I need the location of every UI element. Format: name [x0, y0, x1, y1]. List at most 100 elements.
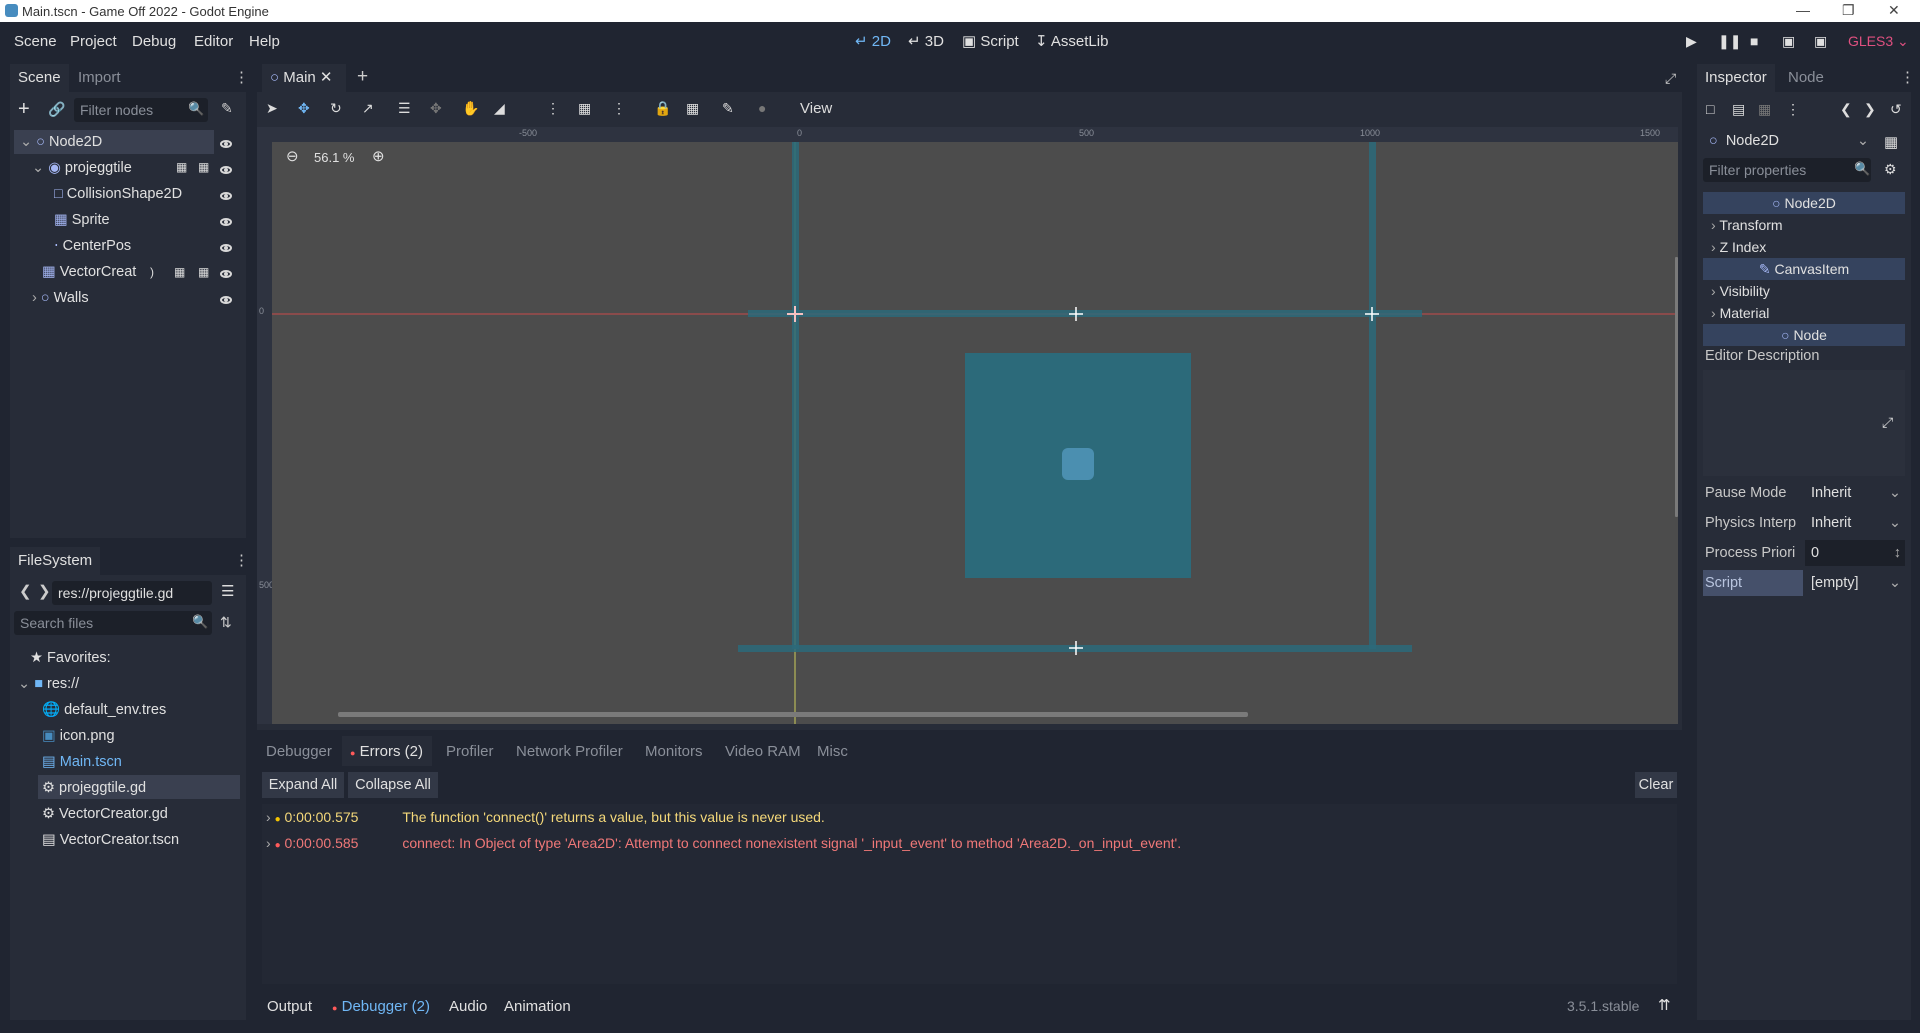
menu-help[interactable]: Help	[249, 33, 280, 50]
tab-debugger[interactable]: Debugger	[266, 743, 332, 760]
tree-node-vectorcreat[interactable]: ▦ VectorCreat	[42, 259, 136, 285]
group-transform[interactable]: › Transform	[1703, 214, 1905, 236]
play-scene-icon[interactable]: ▣	[1782, 33, 1795, 50]
tab-main[interactable]: ○ Main ✕	[262, 64, 346, 92]
tab-profiler[interactable]: Profiler	[446, 743, 494, 760]
add-tab-icon[interactable]: +	[357, 66, 368, 88]
pin-panel-icon[interactable]: ⇈	[1658, 996, 1671, 1014]
play-icon[interactable]: ▶	[1686, 33, 1697, 50]
error-row-2[interactable]: › ● 0:00:00.585 connect: In Object of ty…	[266, 835, 1181, 851]
select-tool-icon[interactable]: ➤	[266, 100, 278, 117]
script-icon[interactable]: ▦	[198, 265, 209, 279]
visibility-eye-icon[interactable]	[220, 192, 232, 200]
error-row-1[interactable]: › ● 0:00:00.575 The function 'connect()'…	[266, 809, 825, 825]
tab-scene[interactable]: Scene	[10, 64, 69, 92]
workspace-3d-button[interactable]: ↵ 3D	[908, 33, 944, 50]
tree-node-projeggtile[interactable]: ⌄ ◉ projeggtile	[32, 155, 132, 181]
stop-icon[interactable]: ■	[1750, 33, 1758, 49]
workspace-assetlib-button[interactable]: ↧ AssetLib	[1035, 33, 1108, 50]
forward-icon[interactable]: ❯	[38, 582, 51, 600]
file-row[interactable]: ▤ Main.tscn	[42, 749, 122, 775]
res-root-row[interactable]: ⌄ ■ res://	[18, 671, 79, 697]
more-options-icon[interactable]: ⋮	[612, 100, 626, 117]
collapse-all-button[interactable]: Collapse All	[348, 772, 438, 798]
visibility-eye-icon[interactable]	[220, 218, 232, 226]
tab-import[interactable]: Import	[70, 64, 129, 92]
file-row[interactable]: ⚙ VectorCreator.gd	[42, 801, 168, 827]
history-icon[interactable]: ↺	[1890, 101, 1902, 118]
close-tab-icon[interactable]: ✕	[320, 69, 333, 86]
script-icon[interactable]: ▦	[176, 160, 187, 174]
tab-debugger-bottom[interactable]: ● Debugger (2)	[332, 998, 430, 1015]
file-row[interactable]: ▤ VectorCreator.tscn	[42, 827, 179, 853]
prop-pause-mode-dropdown[interactable]: Inherit ⌄	[1805, 480, 1905, 506]
link-icon[interactable]: 🔗	[48, 101, 65, 118]
dock-menu-icon[interactable]: ⋮	[234, 68, 249, 86]
workspace-script-button[interactable]: ▣ Script	[962, 33, 1019, 50]
filter-properties-input[interactable]: Filter properties	[1703, 158, 1871, 182]
file-row[interactable]: ▣ icon.png	[42, 723, 115, 749]
expand-editor-icon[interactable]: ⤢	[1882, 414, 1893, 431]
tab-errors[interactable]: ● Errors (2)	[350, 743, 423, 760]
tab-audio[interactable]: Audio	[449, 998, 487, 1015]
clapper-icon[interactable]: ▦	[174, 265, 185, 279]
history-forward-icon[interactable]: ❯	[1864, 101, 1876, 118]
tab-video-ram[interactable]: Video RAM	[725, 743, 801, 760]
signal-icon[interactable]: )	[150, 265, 154, 279]
menu-debug[interactable]: Debug	[132, 33, 176, 50]
node-selector[interactable]: ○ Node2D ⌄	[1703, 128, 1873, 154]
renderer-selector[interactable]: GLES3 ⌄	[1848, 33, 1909, 50]
pan-tool-icon[interactable]: ✋	[462, 100, 479, 117]
split-view-icon[interactable]: ☰	[221, 582, 234, 600]
tab-node[interactable]: Node	[1780, 64, 1832, 92]
visibility-eye-icon[interactable]	[220, 166, 232, 174]
sort-icon[interactable]: ⇅	[220, 614, 232, 631]
list-select-icon[interactable]: ☰	[398, 100, 411, 117]
tree-node-node2d[interactable]: ⌄ ○ Node2D	[20, 129, 102, 155]
workspace-2d-button[interactable]: ↵ 2D	[855, 33, 891, 50]
camera-override-icon[interactable]: ●	[758, 100, 766, 116]
view-menu[interactable]: View	[800, 100, 832, 117]
close-window-icon[interactable]: ✕	[1888, 2, 1900, 19]
favorites-row[interactable]: ★ Favorites:	[30, 645, 111, 671]
bone-icon[interactable]: ✎	[722, 100, 734, 117]
search-files-input[interactable]: Search files	[14, 611, 212, 635]
script-attach-icon[interactable]: ✎	[221, 100, 233, 117]
play-custom-scene-icon[interactable]: ▣	[1814, 33, 1827, 50]
clear-button[interactable]: Clear	[1635, 772, 1677, 798]
prop-physics-interp-dropdown[interactable]: Inherit ⌄	[1805, 510, 1905, 536]
file-row[interactable]: ⚙ projeggtile.gd	[42, 775, 146, 801]
tree-node-centerpos[interactable]: ⋅ CenterPos	[54, 233, 131, 259]
add-node-icon[interactable]: +	[18, 98, 30, 121]
canvas-viewport[interactable]: ⊖ 56.1 % ⊕	[272, 142, 1678, 724]
move-tool-icon[interactable]: ✥	[298, 100, 310, 117]
ruler-tool-icon[interactable]: ◢	[494, 100, 505, 117]
tree-node-sprite[interactable]: ▦ Sprite	[54, 207, 110, 233]
menu-editor[interactable]: Editor	[194, 33, 233, 50]
lock-icon[interactable]: 🔒	[654, 100, 671, 117]
path-field[interactable]: res://projeggtile.gd	[52, 581, 212, 605]
menu-scene[interactable]: Scene	[14, 33, 57, 50]
history-back-icon[interactable]: ❮	[1840, 101, 1852, 118]
visibility-eye-icon[interactable]	[220, 244, 232, 252]
smart-snap-icon[interactable]: ⋮	[546, 100, 560, 117]
prop-script-dropdown[interactable]: [empty] ⌄	[1805, 570, 1905, 596]
scale-tool-icon[interactable]: ↗	[362, 100, 374, 117]
tab-animation[interactable]: Animation	[504, 998, 571, 1015]
tab-misc[interactable]: Misc	[817, 743, 848, 760]
object-properties-icon[interactable]: ▦	[1884, 133, 1898, 151]
grid-snap-icon[interactable]: ▦	[578, 100, 591, 117]
zoom-in-icon[interactable]: ⊕	[372, 147, 385, 165]
save-icon[interactable]: ▦	[1758, 101, 1771, 118]
expand-all-button[interactable]: Expand All	[262, 772, 344, 798]
minimize-icon[interactable]: —	[1796, 2, 1810, 18]
group-icon[interactable]: ▦	[686, 100, 699, 117]
visibility-eye-icon[interactable]	[220, 270, 232, 278]
tree-node-collisionshape2d[interactable]: □ CollisionShape2D	[54, 181, 182, 207]
editor-description-field[interactable]	[1703, 370, 1905, 476]
dock-menu-icon[interactable]: ⋮	[1900, 68, 1915, 86]
zoom-level[interactable]: 56.1 %	[314, 150, 354, 165]
new-resource-icon[interactable]: □	[1706, 101, 1714, 117]
distraction-free-icon[interactable]: ⤢	[1665, 70, 1676, 87]
visibility-eye-icon[interactable]	[220, 296, 232, 304]
